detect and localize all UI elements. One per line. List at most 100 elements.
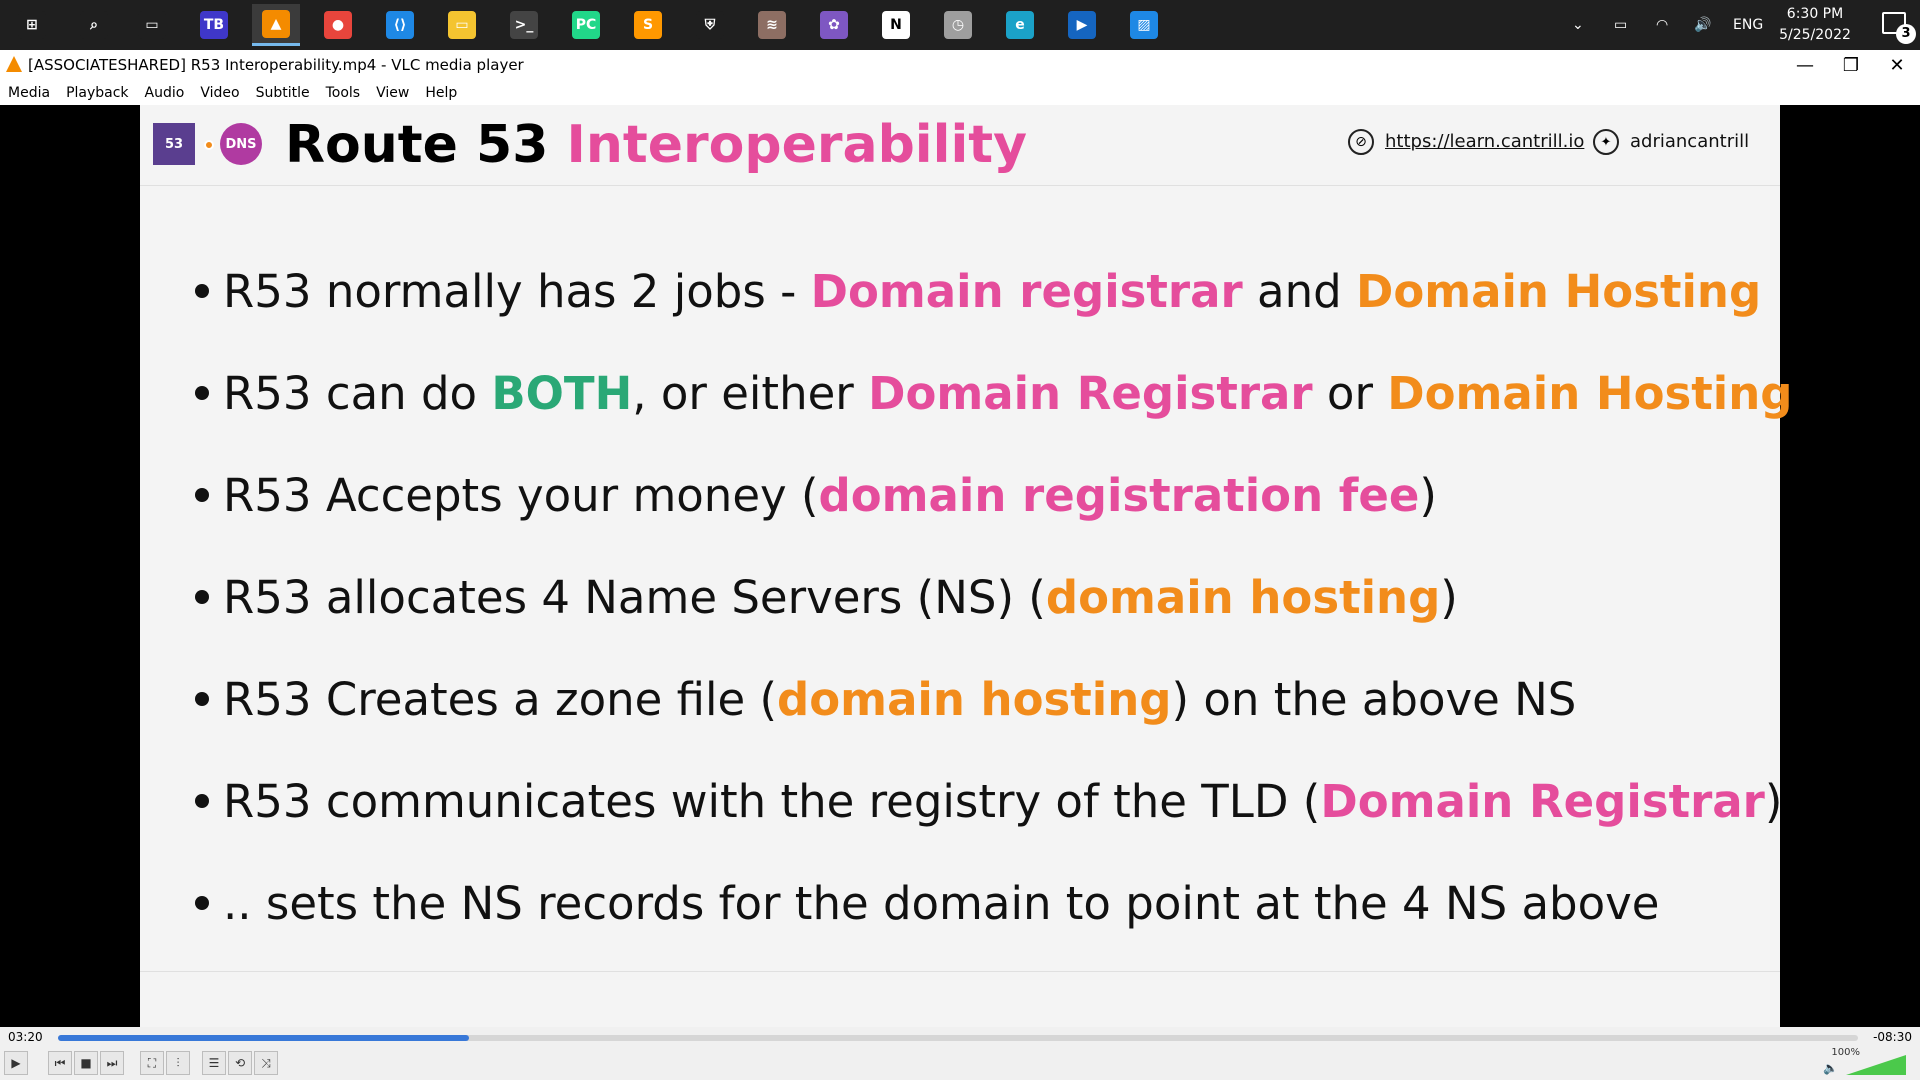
- photos-icon-glyph: ▨: [1130, 11, 1158, 39]
- window-title: [ASSOCIATESHARED] R53 Interoperability.m…: [28, 56, 524, 74]
- loop-button[interactable]: ⟲: [228, 1051, 252, 1075]
- bullet-text-segment: R53 Accepts your money (: [223, 468, 819, 522]
- elapsed-time: 03:20: [8, 1030, 43, 1044]
- extended-settings-button[interactable]: ⫶: [166, 1051, 190, 1075]
- vlc-cone-icon: [6, 56, 22, 72]
- next-button[interactable]: ⏭: [100, 1051, 124, 1075]
- language-indicator[interactable]: ENG: [1733, 0, 1763, 50]
- vscode-icon[interactable]: ⟨⟩: [376, 4, 424, 46]
- app-stack-icon-glyph: ≋: [758, 11, 786, 39]
- search-icon-glyph: ⌕: [80, 11, 108, 39]
- file-explorer-icon[interactable]: ▭: [438, 4, 486, 46]
- bullet-item: R53 Accepts your money (domain registrat…: [195, 444, 1755, 546]
- chrome-icon[interactable]: ●: [314, 4, 362, 46]
- bullet-text-segment: Domain Hosting: [1387, 366, 1793, 420]
- search-icon[interactable]: ⌕: [70, 4, 118, 46]
- slide: 53 DNS Route 53 Interoperability ⊘ https…: [140, 105, 1792, 1027]
- player-controls: 03:20 -08:30 ▶ ⏮ ■ ⏭ ⛶ ⫶ ☰ ⟲ ⤨ 100% 🔈: [0, 1027, 1920, 1080]
- start-button[interactable]: ⊞: [8, 4, 56, 46]
- speaker-icon[interactable]: 🔈: [1823, 1061, 1838, 1075]
- bullet-text-segment: ): [1419, 468, 1437, 522]
- bullet-text-segment: Domain registrar: [810, 264, 1243, 318]
- bullet-text-segment: Domain Registrar: [1320, 774, 1765, 828]
- photos-icon[interactable]: ▨: [1120, 4, 1168, 46]
- menu-audio[interactable]: Audio: [137, 85, 193, 101]
- clock-app-icon[interactable]: ◷: [934, 4, 982, 46]
- twitter-icon: ✦: [1593, 129, 1619, 155]
- dns-badge-icon: DNS: [220, 123, 262, 165]
- compass-icon: ⊘: [1348, 129, 1374, 155]
- task-view-icon[interactable]: ▭: [128, 4, 176, 46]
- bullet-text-segment: domain hosting: [1045, 570, 1441, 624]
- slide-title-accent: Interoperability: [566, 115, 1028, 175]
- minimize-button[interactable]: —: [1782, 50, 1828, 80]
- maximize-button[interactable]: ❐: [1828, 50, 1874, 80]
- play-button[interactable]: ▶: [4, 1051, 28, 1075]
- course-link: https://learn.cantrill.io: [1385, 131, 1585, 152]
- slide-title: Route 53 Interoperability: [285, 115, 1027, 175]
- bullet-text-segment: , or either: [632, 366, 869, 420]
- bullet-item: R53 allocates 4 Name Servers (NS) (domai…: [195, 546, 1755, 648]
- slide-divider: [140, 971, 1780, 972]
- bullet-item: R53 Creates a zone file (domain hosting)…: [195, 648, 1755, 750]
- menu-view[interactable]: View: [368, 85, 417, 101]
- edge-icon-glyph: e: [1006, 11, 1034, 39]
- app-stack-icon[interactable]: ≋: [748, 4, 796, 46]
- sublime-icon-glyph: S: [634, 11, 662, 39]
- vlc-alt-icon[interactable]: ✿: [810, 4, 858, 46]
- shuffle-button[interactable]: ⤨: [254, 1051, 278, 1075]
- bullet-dot-icon: [195, 284, 209, 298]
- stop-button[interactable]: ■: [74, 1051, 98, 1075]
- menu-video[interactable]: Video: [192, 85, 247, 101]
- windows-taskbar: ⊞ ⌕ ▭ TB ▲ ● ⟨⟩ ▭ >_ PC S ⛨ ≋ ✿ N ◷ e ▶ ▨ ⌄ ▭ ◠ 🔊 ENG 6:30 PM 5/2…: [0, 0, 1920, 50]
- volume-slider[interactable]: 100%: [1831, 1047, 1912, 1077]
- menu-subtitle[interactable]: Subtitle: [248, 85, 318, 101]
- show-hidden-icons-chevron-icon[interactable]: ⌄: [1572, 0, 1584, 50]
- bullet-dot-icon: [195, 590, 209, 604]
- notion-icon[interactable]: N: [872, 4, 920, 46]
- menu-media[interactable]: Media: [0, 85, 58, 101]
- pycharm-icon[interactable]: PC: [562, 4, 610, 46]
- bullet-text-segment: R53 Creates a zone file (: [223, 672, 778, 726]
- close-button[interactable]: ✕: [1874, 50, 1920, 80]
- video-area[interactable]: 53 DNS Route 53 Interoperability ⊘ https…: [0, 105, 1920, 1027]
- vlc-icon[interactable]: ▲: [252, 4, 300, 46]
- bullet-item: R53 can do BOTH, or either Domain Regist…: [195, 342, 1792, 444]
- bullet-text-segment: ): [1440, 570, 1458, 624]
- bullet-text-segment: or: [1312, 366, 1388, 420]
- bullet-text-segment: Domain Hosting: [1355, 264, 1762, 318]
- seek-bar[interactable]: [58, 1035, 1858, 1041]
- bullet-text-segment: .. sets the NS records for the domain to…: [223, 876, 1660, 930]
- bullet-text-segment: ): [1764, 774, 1783, 828]
- connector-dot-icon: [204, 140, 214, 150]
- media-player-icon-glyph: ▶: [1068, 11, 1096, 39]
- menu-playback[interactable]: Playback: [58, 85, 136, 101]
- window-title-bar: [ASSOCIATESHARED] R53 Interoperability.m…: [0, 50, 1920, 80]
- security-shield-icon[interactable]: ⛨: [686, 4, 734, 46]
- bullet-dot-icon: [195, 794, 209, 808]
- previous-button[interactable]: ⏮: [48, 1051, 72, 1075]
- bullet-text-segment: BOTH: [491, 366, 633, 420]
- wifi-icon[interactable]: ◠: [1656, 0, 1668, 50]
- terminal-icon-glyph: >_: [510, 11, 538, 39]
- bullet-text-segment: R53 communicates with the registry of th…: [223, 774, 1321, 828]
- slide-header: 53 DNS Route 53 Interoperability ⊘ https…: [140, 105, 1780, 186]
- media-player-icon[interactable]: ▶: [1058, 4, 1106, 46]
- volume-icon[interactable]: 🔊: [1694, 0, 1711, 50]
- battery-icon[interactable]: ▭: [1614, 0, 1627, 50]
- terminal-icon[interactable]: >_: [500, 4, 548, 46]
- sublime-icon[interactable]: S: [624, 4, 672, 46]
- system-clock[interactable]: 6:30 PM 5/25/2022: [1770, 4, 1860, 46]
- menu-tools[interactable]: Tools: [318, 85, 369, 101]
- vlc-alt-icon-glyph: ✿: [820, 11, 848, 39]
- playlist-button[interactable]: ☰: [202, 1051, 226, 1075]
- bullet-list: R53 normally has 2 jobs - Domain registr…: [195, 240, 1792, 954]
- file-explorer-icon-glyph: ▭: [448, 11, 476, 39]
- bullet-dot-icon: [195, 896, 209, 910]
- notification-count-badge: 3: [1896, 24, 1916, 44]
- menu-help[interactable]: Help: [417, 85, 465, 101]
- jetbrains-toolbox-icon[interactable]: TB: [190, 4, 238, 46]
- bullet-text-segment: and: [1242, 264, 1356, 318]
- fullscreen-button[interactable]: ⛶: [140, 1051, 164, 1075]
- edge-icon[interactable]: e: [996, 4, 1044, 46]
